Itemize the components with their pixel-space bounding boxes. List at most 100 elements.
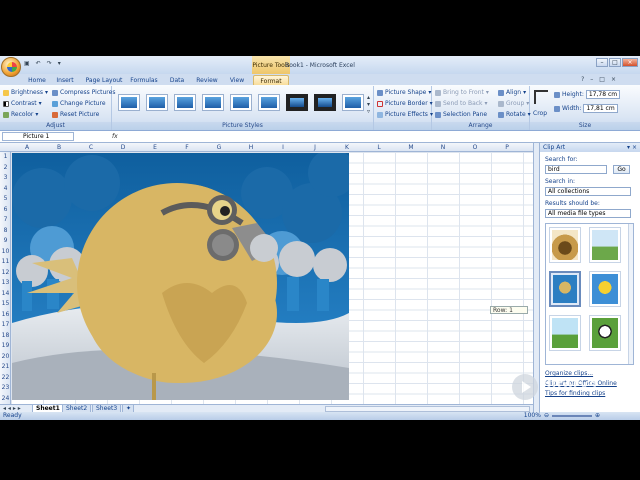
column-header[interactable]: C (75, 144, 107, 151)
row-header[interactable]: 21 (0, 363, 11, 370)
rotate-button[interactable]: Rotate ▾ (498, 111, 531, 118)
row-header[interactable]: 4 (0, 185, 11, 192)
align-button[interactable]: Align ▾ (498, 89, 526, 96)
column-header[interactable]: I (267, 144, 299, 151)
picture-shape-button[interactable]: Picture Shape ▾ (377, 89, 431, 96)
crop-icon[interactable] (534, 90, 548, 104)
picture-style-thumb-selected[interactable] (286, 94, 308, 111)
column-header[interactable]: B (43, 144, 75, 151)
send-to-back-button[interactable]: Send to Back ▾ (435, 100, 488, 107)
column-header[interactable]: G (203, 144, 235, 151)
picture-effects-button[interactable]: Picture Effects ▾ (377, 111, 433, 118)
close-button[interactable]: × (622, 58, 638, 67)
tab-insert[interactable]: Insert (52, 75, 78, 85)
inserted-picture[interactable] (12, 153, 349, 400)
column-header[interactable]: F (171, 144, 203, 151)
tab-formulas[interactable]: Formulas (128, 75, 160, 85)
column-header[interactable]: N (427, 144, 459, 151)
clip-result-tree[interactable] (589, 227, 621, 263)
row-header[interactable]: 24 (0, 395, 11, 402)
results-scrollbar[interactable] (628, 224, 633, 364)
column-header[interactable]: O (459, 144, 491, 151)
results-type-select[interactable]: All media file types (545, 209, 631, 218)
row-header[interactable]: 12 (0, 269, 11, 276)
styles-more-icon[interactable]: ▴ ▾ ▿ (367, 94, 370, 115)
ribbon-restore-icon[interactable]: □ (599, 76, 605, 83)
recolor-button[interactable]: Recolor ▾ (3, 111, 38, 118)
picture-style-thumb[interactable] (118, 94, 140, 111)
ribbon-minimize-icon[interactable]: – (590, 76, 593, 83)
row-header[interactable]: 14 (0, 290, 11, 297)
minimize-button[interactable]: – (596, 58, 608, 67)
row-header[interactable]: 3 (0, 174, 11, 181)
tab-home[interactable]: Home (24, 75, 50, 85)
column-header[interactable]: K (331, 144, 363, 151)
row-header[interactable]: 20 (0, 353, 11, 360)
row-header[interactable]: 19 (0, 342, 11, 349)
pane-close-icon[interactable]: × (632, 144, 637, 151)
row-header[interactable]: 17 (0, 321, 11, 328)
clip-result-duck[interactable] (549, 315, 581, 351)
pane-menu-icon[interactable]: ▾ (627, 144, 630, 151)
tab-format[interactable]: Format (253, 75, 289, 85)
tab-view[interactable]: View (226, 75, 248, 85)
bring-to-front-button[interactable]: Bring to Front ▾ (435, 89, 489, 96)
row-header[interactable]: 23 (0, 384, 11, 391)
zoom-slider[interactable] (551, 414, 592, 417)
name-box[interactable]: Picture 1 (2, 132, 74, 141)
tab-page-layout[interactable]: Page Layout (82, 75, 126, 85)
zoom-out-icon[interactable]: ⊖ (544, 412, 549, 419)
row-header[interactable]: 2 (0, 164, 11, 171)
picture-border-button[interactable]: Picture Border ▾ (377, 100, 433, 107)
row-header[interactable]: 5 (0, 195, 11, 202)
column-header[interactable]: L (363, 144, 395, 151)
picture-style-thumb[interactable] (174, 94, 196, 111)
help-icon[interactable]: ? (581, 76, 584, 83)
row-header[interactable]: 13 (0, 279, 11, 286)
crop-button[interactable]: Crop (533, 110, 547, 117)
column-header[interactable]: D (107, 144, 139, 151)
picture-style-thumb[interactable] (230, 94, 252, 111)
reset-picture-button[interactable]: Reset Picture (52, 111, 99, 118)
brightness-button[interactable]: Brightness ▾ (3, 89, 48, 96)
row-header[interactable]: 1 (0, 153, 11, 160)
height-input[interactable]: 17,78 cm (585, 90, 621, 99)
fx-button[interactable]: fx (112, 133, 118, 140)
picture-style-thumb[interactable] (258, 94, 280, 111)
search-in-select[interactable]: All collections (545, 187, 631, 196)
column-header[interactable]: H (235, 144, 267, 151)
picture-style-thumb[interactable] (202, 94, 224, 111)
row-header[interactable]: 18 (0, 332, 11, 339)
zoom-in-icon[interactable]: ⊕ (595, 412, 600, 419)
column-header[interactable]: J (299, 144, 331, 151)
column-header[interactable]: E (139, 144, 171, 151)
row-header[interactable]: 11 (0, 258, 11, 265)
clip-result-panda[interactable] (589, 315, 621, 351)
go-button[interactable]: Go (613, 165, 630, 174)
width-input[interactable]: 17,81 cm (583, 104, 618, 113)
clip-result-nest[interactable] (549, 227, 581, 263)
picture-style-thumb[interactable] (146, 94, 168, 111)
row-header[interactable]: 7 (0, 216, 11, 223)
selection-pane-button[interactable]: Selection Pane (435, 111, 487, 118)
clip-result-chick[interactable] (589, 271, 621, 307)
column-header[interactable]: P (491, 144, 523, 151)
compress-pictures-button[interactable]: Compress Pictures (52, 89, 115, 96)
column-header[interactable]: M (395, 144, 427, 151)
row-header[interactable]: 16 (0, 311, 11, 318)
results-list[interactable] (545, 223, 634, 365)
picture-style-thumb[interactable] (342, 94, 364, 111)
change-picture-button[interactable]: Change Picture (52, 100, 106, 107)
contrast-button[interactable]: Contrast ▾ (3, 100, 42, 107)
row-header[interactable]: 8 (0, 227, 11, 234)
zoom-level[interactable]: 100% (524, 412, 541, 419)
column-header[interactable]: A (11, 144, 43, 151)
row-header[interactable]: 15 (0, 300, 11, 307)
row-header[interactable]: 9 (0, 237, 11, 244)
search-input[interactable]: bird (545, 165, 607, 174)
row-header[interactable]: 10 (0, 248, 11, 255)
maximize-button[interactable]: □ (609, 58, 621, 67)
clip-result-bird-selected[interactable] (549, 271, 581, 307)
group-button[interactable]: Group ▾ (498, 100, 529, 107)
row-header[interactable]: 22 (0, 374, 11, 381)
